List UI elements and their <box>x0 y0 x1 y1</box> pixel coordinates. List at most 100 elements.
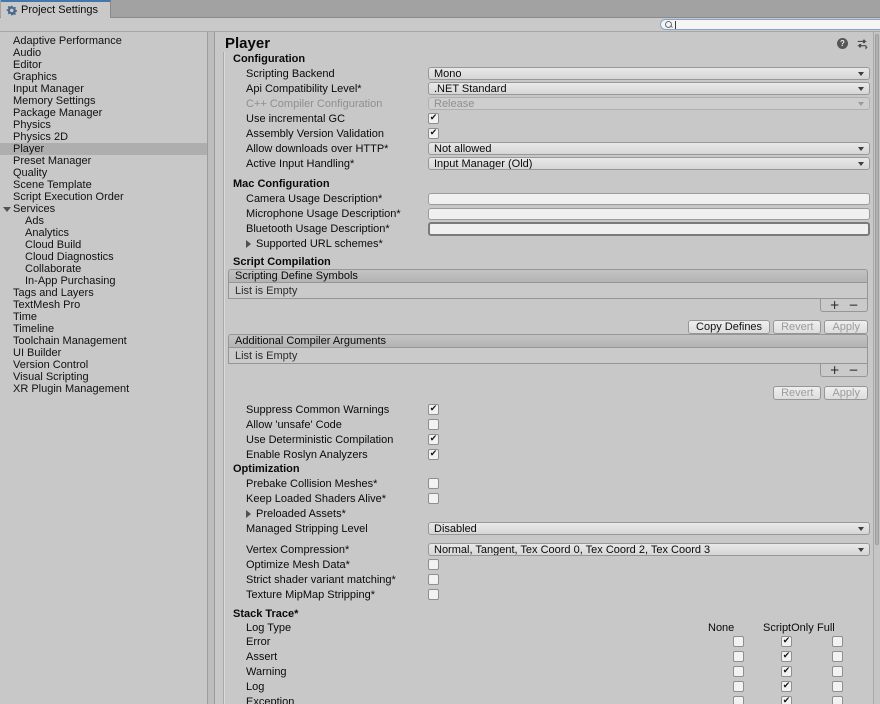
assert-none-checkbox[interactable] <box>733 651 744 662</box>
log-scriptonly-checkbox[interactable]: ✔ <box>781 681 792 692</box>
setting-row: Bluetooth Usage Description* <box>215 221 880 236</box>
sidebar-item-time[interactable]: Time <box>0 311 207 323</box>
dropdown-arrow-icon <box>858 87 864 91</box>
camera-usage-field[interactable] <box>428 193 870 205</box>
add-button[interactable]: + <box>830 365 840 375</box>
sidebar-item-services[interactable]: Services <box>0 203 207 215</box>
assert-full-checkbox[interactable] <box>832 651 843 662</box>
foldout-collapsed-icon <box>246 510 251 518</box>
sidebar-item-adaptive-performance[interactable]: Adaptive Performance <box>0 35 207 47</box>
sidebar-item-package-manager[interactable]: Package Manager <box>0 107 207 119</box>
add-button[interactable]: + <box>830 300 840 310</box>
sidebar-item-physics[interactable]: Physics <box>0 119 207 131</box>
keep-shaders-checkbox[interactable] <box>428 493 439 504</box>
row-label: Log <box>246 681 264 693</box>
sidebar-item-physics-2d[interactable]: Physics 2D <box>0 131 207 143</box>
error-full-checkbox[interactable] <box>832 636 843 647</box>
sidebar-item-textmesh-pro[interactable]: TextMesh Pro <box>0 299 207 311</box>
prebake-collision-checkbox[interactable] <box>428 478 439 489</box>
sidebar-item-tags-and-layers[interactable]: Tags and Layers <box>0 287 207 299</box>
bluetooth-usage-field[interactable] <box>428 222 870 236</box>
sidebar-item-timeline[interactable]: Timeline <box>0 323 207 335</box>
sidebar-item-visual-scripting[interactable]: Visual Scripting <box>0 371 207 383</box>
dropdown-arrow-icon <box>858 147 864 151</box>
warning-scriptonly-checkbox[interactable]: ✔ <box>781 666 792 677</box>
revert-button[interactable]: Revert <box>773 320 821 334</box>
api-compatibility-dropdown[interactable]: .NET Standard <box>428 82 870 95</box>
sidebar-item-in-app-purchasing[interactable]: In-App Purchasing <box>0 275 207 287</box>
sidebar-item-player[interactable]: Player <box>0 143 207 155</box>
allow-unsafe-checkbox[interactable] <box>428 419 439 430</box>
exception-scriptonly-checkbox[interactable]: ✔ <box>781 696 792 704</box>
setting-label: Assembly Version Validation <box>246 128 428 140</box>
microphone-usage-field[interactable] <box>428 208 870 220</box>
log-full-checkbox[interactable] <box>832 681 843 692</box>
sidebar-item-memory-settings[interactable]: Memory Settings <box>0 95 207 107</box>
deterministic-compilation-checkbox[interactable]: ✔ <box>428 434 439 445</box>
panel-splitter[interactable] <box>207 32 215 704</box>
search-field[interactable] <box>660 19 880 30</box>
error-scriptonly-checkbox[interactable]: ✔ <box>781 636 792 647</box>
dropdown-value: Not allowed <box>434 143 491 155</box>
warning-none-checkbox[interactable] <box>733 666 744 677</box>
vertex-compression-dropdown[interactable]: Normal, Tangent, Tex Coord 0, Tex Coord … <box>428 543 870 556</box>
setting-row: C++ Compiler Configuration Release <box>215 96 880 111</box>
mipmap-stripping-checkbox[interactable] <box>428 589 439 600</box>
tab-project-settings[interactable]: Project Settings <box>1 0 111 18</box>
sidebar-item-script-execution-order[interactable]: Script Execution Order <box>0 191 207 203</box>
assert-scriptonly-checkbox[interactable]: ✔ <box>781 651 792 662</box>
sidebar-item-analytics[interactable]: Analytics <box>0 227 207 239</box>
foldout-open-icon[interactable] <box>3 207 11 212</box>
remove-button[interactable]: − <box>848 365 858 375</box>
setting-row: Allow downloads over HTTP* Not allowed <box>215 141 880 156</box>
sidebar-item-ads[interactable]: Ads <box>0 215 207 227</box>
tab-bar: Project Settings <box>0 0 880 18</box>
sidebar-item-graphics[interactable]: Graphics <box>0 71 207 83</box>
copy-defines-button[interactable]: Copy Defines <box>688 320 770 334</box>
apply-button[interactable]: Apply <box>824 386 868 400</box>
sidebar-item-preset-manager[interactable]: Preset Manager <box>0 155 207 167</box>
setting-label: Allow 'unsafe' Code <box>246 419 428 431</box>
roslyn-analyzers-checkbox[interactable]: ✔ <box>428 449 439 460</box>
log-none-checkbox[interactable] <box>733 681 744 692</box>
exception-full-checkbox[interactable] <box>832 696 843 704</box>
sidebar-item-xr-plugin-management[interactable]: XR Plugin Management <box>0 383 207 395</box>
setting-label: Camera Usage Description* <box>246 193 428 205</box>
assembly-validation-checkbox[interactable]: ✔ <box>428 128 439 139</box>
remove-button[interactable]: − <box>848 300 858 310</box>
strict-shader-checkbox[interactable] <box>428 574 439 585</box>
sidebar-item-toolchain-management[interactable]: Toolchain Management <box>0 335 207 347</box>
sidebar-item-version-control[interactable]: Version Control <box>0 359 207 371</box>
sidebar-item-scene-template[interactable]: Scene Template <box>0 179 207 191</box>
optimize-mesh-checkbox[interactable] <box>428 559 439 570</box>
sidebar-item-cloud-diagnostics[interactable]: Cloud Diagnostics <box>0 251 207 263</box>
dropdown-arrow-icon <box>858 527 864 531</box>
search-input[interactable] <box>676 20 880 29</box>
exception-none-checkbox[interactable] <box>733 696 744 704</box>
warning-full-checkbox[interactable] <box>832 666 843 677</box>
sidebar-item-cloud-build[interactable]: Cloud Build <box>0 239 207 251</box>
sidebar-item-audio[interactable]: Audio <box>0 47 207 59</box>
supported-url-schemes-foldout[interactable]: Supported URL schemes* <box>246 238 383 250</box>
apply-button[interactable]: Apply <box>824 320 868 334</box>
scrollbar-thumb[interactable] <box>875 34 879 545</box>
suppress-warnings-checkbox[interactable]: ✔ <box>428 404 439 415</box>
sidebar-item-quality[interactable]: Quality <box>0 167 207 179</box>
sidebar-item-editor[interactable]: Editor <box>0 59 207 71</box>
sidebar-item-collaborate[interactable]: Collaborate <box>0 263 207 275</box>
scripting-backend-dropdown[interactable]: Mono <box>428 67 870 80</box>
preloaded-assets-foldout[interactable]: Preloaded Assets* <box>246 508 346 520</box>
sidebar-item-ui-builder[interactable]: UI Builder <box>0 347 207 359</box>
managed-stripping-dropdown[interactable]: Disabled <box>428 522 870 535</box>
row-label: Error <box>246 636 270 648</box>
sidebar-item-input-manager[interactable]: Input Manager <box>0 83 207 95</box>
allow-http-dropdown[interactable]: Not allowed <box>428 142 870 155</box>
setting-row: Use incremental GC ✔ <box>215 111 880 126</box>
presets-icon[interactable] <box>856 38 868 50</box>
active-input-dropdown[interactable]: Input Manager (Old) <box>428 157 870 170</box>
revert-button[interactable]: Revert <box>773 386 821 400</box>
error-none-checkbox[interactable] <box>733 636 744 647</box>
help-icon[interactable]: ? <box>837 38 848 49</box>
vertical-scrollbar[interactable] <box>873 32 880 704</box>
incremental-gc-checkbox[interactable]: ✔ <box>428 113 439 124</box>
